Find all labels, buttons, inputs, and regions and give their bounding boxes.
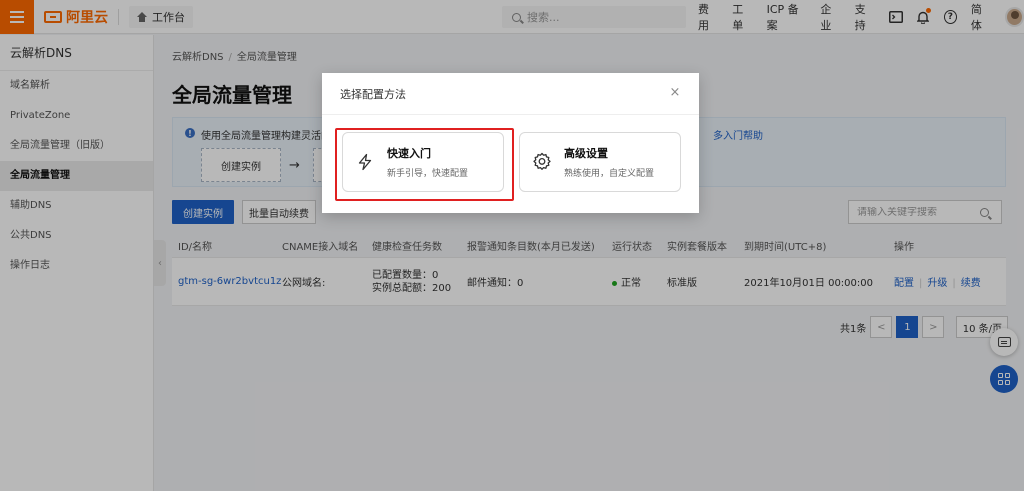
advanced-settings-desc: 熟练使用，自定义配置 — [564, 169, 655, 179]
close-icon[interactable]: × — [669, 86, 681, 99]
highlight-box — [335, 128, 514, 201]
dialog-title: 选择配置方法 — [322, 73, 699, 115]
advanced-settings-option[interactable]: 高级设置 熟练使用，自定义配置 — [519, 132, 681, 192]
option-text: 高级设置 熟练使用，自定义配置 — [564, 145, 654, 179]
advanced-settings-title: 高级设置 — [564, 147, 608, 160]
gear-icon — [532, 152, 552, 172]
